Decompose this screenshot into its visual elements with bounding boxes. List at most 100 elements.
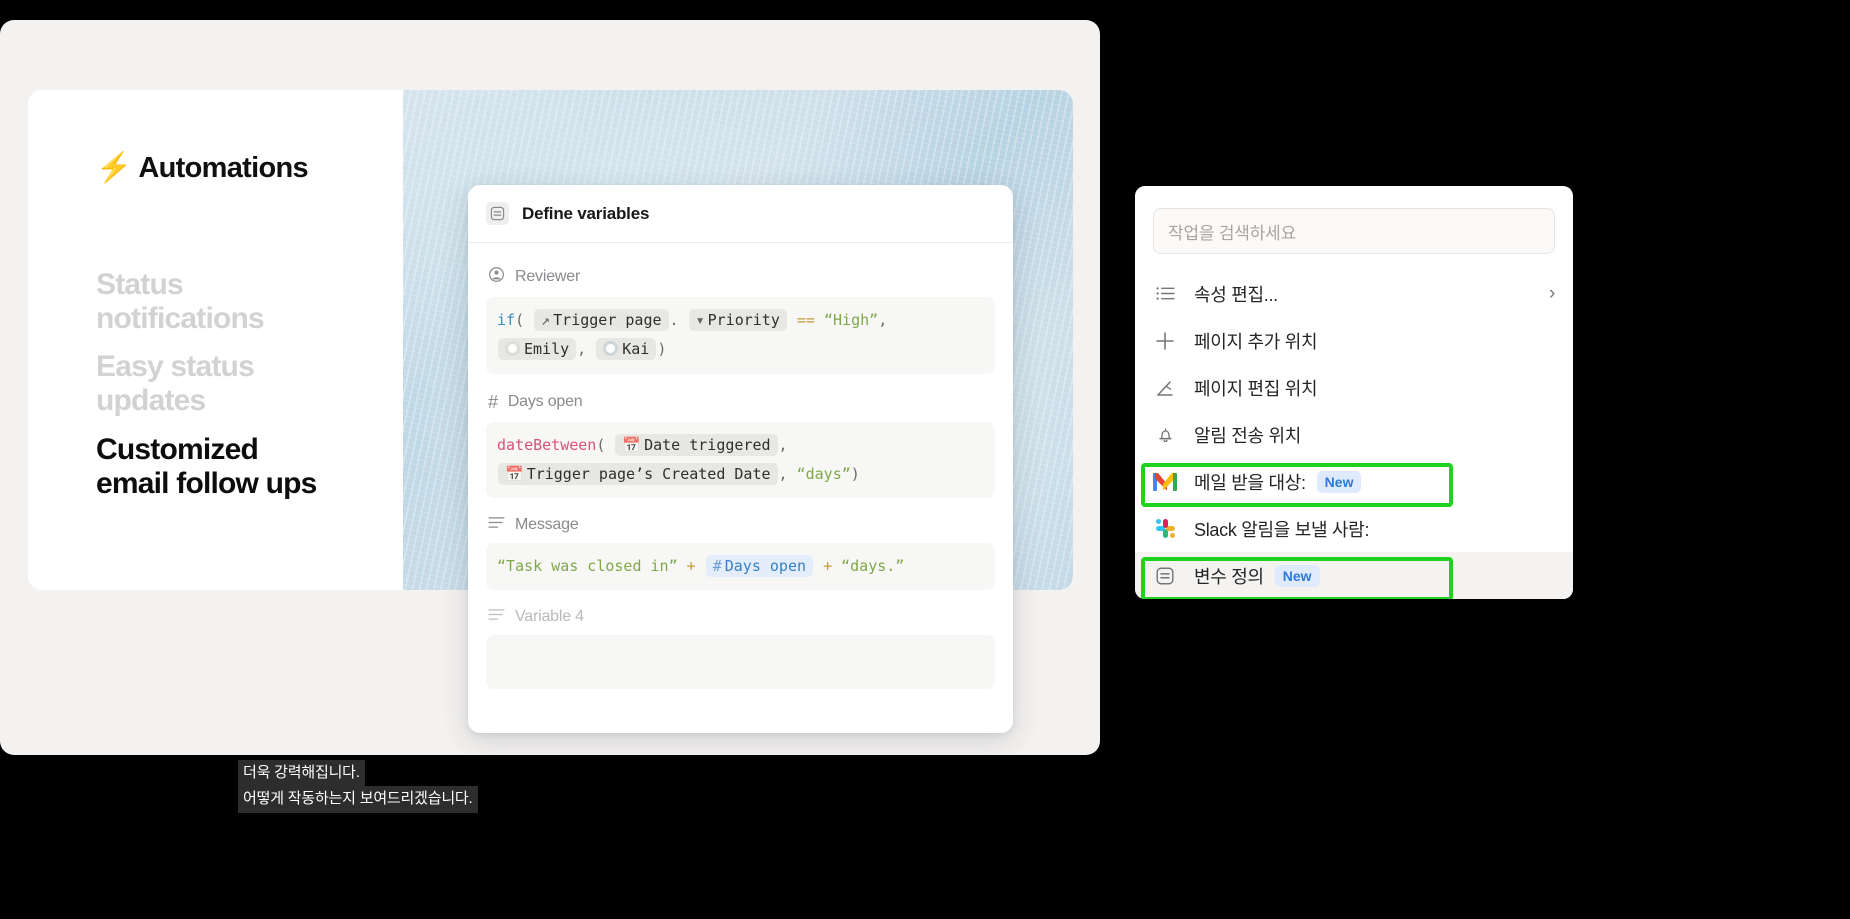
token-equals: == — [796, 311, 815, 329]
token-string-days-suffix: “days.” — [841, 557, 905, 575]
search-input[interactable]: 작업을 검색하세요 — [1153, 208, 1555, 254]
token-datebetween: dateBetween — [497, 435, 597, 454]
token-paren-open: ( — [515, 311, 525, 329]
avatar-kai — [603, 341, 619, 357]
subtitle-line-2: 어떻게 작동하는지 보여드리겠습니다. — [238, 786, 478, 813]
variable-label-row: Reviewer — [488, 266, 995, 288]
token-plus: + — [686, 557, 696, 575]
token-string-high: “High” — [824, 311, 879, 329]
variable-formula-days-open[interactable]: dateBetween( 📅 Date triggered, 📅 Trigger p… — [486, 421, 995, 498]
menu-item-send-notification[interactable]: 알림 전송 위치 — [1135, 411, 1573, 458]
menu-item-label: Slack 알림을 보낼 사람: — [1194, 519, 1370, 540]
variable-row-variable-4: Variable 4 — [486, 608, 995, 690]
menu-item-define-variables[interactable]: 변수 정의 New — [1135, 552, 1573, 599]
token-string-days: “days” — [796, 464, 851, 483]
subtitle-overlay: 더욱 강력해집니다. 어떻게 작동하는지 보여드리겠습니다. — [238, 760, 478, 813]
menu-item-label: 변수 정의 — [1194, 566, 1264, 587]
token-if: if — [497, 311, 516, 329]
chip-priority[interactable]: ▾ Priority — [688, 309, 787, 331]
menu-item-label-wrap: 페이지 추가 위치 — [1194, 328, 1318, 354]
promo-line-3: Customized email follow ups — [96, 433, 317, 500]
variable-label-row: Message — [488, 516, 995, 534]
variable-name: Days open — [507, 393, 583, 410]
menu-item-label-wrap: 변수 정의 New — [1194, 563, 1320, 589]
token-plus: + — [823, 557, 833, 575]
menu-item-label-wrap: 알림 전송 위치 — [1194, 422, 1301, 448]
menu-item-send-slack[interactable]: Slack 알림을 보낼 사람: — [1135, 505, 1573, 552]
menu-item-edit-property[interactable]: 속성 편집... › — [1135, 270, 1573, 317]
automations-brand: ⚡ Automations — [96, 152, 309, 185]
token-comma: , — [878, 311, 888, 329]
promo-line-1: Status notifications — [96, 268, 265, 335]
pencil-icon — [1153, 376, 1177, 400]
arrow-up-right-icon: ↗ — [541, 311, 551, 329]
number-hash-icon: # — [488, 391, 498, 412]
variable-definition-icon — [486, 202, 509, 225]
promo-line-2: Easy status updates — [96, 350, 255, 417]
bolt-icon: ⚡ — [96, 152, 132, 184]
number-hash-icon: # — [712, 557, 722, 575]
token-string-task-closed: “Task was closed in” — [497, 557, 678, 575]
variable-definition-icon — [1153, 564, 1177, 588]
token-comma: , — [778, 464, 788, 483]
text-lines-icon — [488, 608, 505, 626]
text-lines-icon — [488, 516, 505, 534]
video-player-panel: ⚡ Automations Status notifications Easy … — [0, 20, 1100, 755]
menu-item-add-page[interactable]: 페이지 추가 위치 — [1135, 317, 1573, 364]
formula-line-1: if( ↗ Trigger page. ▾ Priority == “High”, — [497, 306, 984, 335]
variable-row-message: Message “Task was closed in” + # Days ope… — [486, 516, 995, 591]
token-paren-open: ( — [596, 435, 606, 454]
chip-label: Priority — [707, 311, 780, 329]
variable-formula-message[interactable]: “Task was closed in” + # Days open + “day… — [486, 543, 995, 591]
gmail-icon — [1153, 470, 1177, 494]
menu-item-label: 속성 편집... — [1194, 284, 1278, 305]
brand-label: Automations — [138, 152, 308, 184]
variable-name: Variable 4 — [515, 608, 584, 626]
action-menu-popover: 작업을 검색하세요 속성 편집... › 페이지 추가 위치 페이지 편집 위치… — [1135, 186, 1573, 599]
variable-label-row: # Days open — [488, 392, 995, 413]
plus-icon — [1153, 329, 1177, 353]
chip-emily[interactable]: Emily — [498, 338, 577, 361]
menu-item-send-email[interactable]: 메일 받을 대상: New — [1135, 458, 1573, 505]
chip-days-open[interactable]: # Days open — [705, 555, 814, 577]
menu-item-label-wrap: 속성 편집... — [1194, 281, 1278, 307]
formula-line-2: Emily, Kai) — [497, 335, 984, 364]
define-variables-card: Define variables Reviewer if(↗ Trigger … — [468, 185, 1013, 734]
person-icon — [488, 266, 505, 288]
variable-row-reviewer: Reviewer if( ↗ Trigger page. ▾ Priority ==… — [486, 266, 995, 374]
define-variables-header: Define variables — [468, 185, 1013, 243]
menu-item-label-wrap: 메일 받을 대상: New — [1194, 469, 1362, 495]
token-comma: , — [577, 340, 587, 359]
menu-item-list: 속성 편집... › 페이지 추가 위치 페이지 편집 위치 알림 전송 위치 … — [1135, 270, 1573, 599]
variable-name: Reviewer — [515, 268, 581, 285]
slack-icon — [1153, 517, 1177, 541]
menu-item-label: 메일 받을 대상: — [1194, 472, 1306, 493]
token-paren-close: ) — [657, 340, 667, 359]
menu-item-label: 페이지 편집 위치 — [1194, 378, 1318, 399]
list-icon — [1153, 282, 1177, 306]
chip-label: Kai — [622, 340, 650, 359]
formula-line-1: dateBetween( 📅 Date triggered, — [497, 431, 984, 460]
search-placeholder: 작업을 검색하세요 — [1168, 223, 1297, 243]
chip-label: Trigger page’s Created Date — [526, 464, 771, 483]
chip-label: Date triggered — [644, 435, 771, 454]
promo-text-column: ⚡ Automations Status notifications Easy … — [28, 90, 403, 590]
variable-row-days-open: # Days open dateBetween( 📅 Date triggered… — [486, 392, 995, 498]
chip-trigger-created-date[interactable]: 📅 Trigger page’s Created Date — [498, 462, 778, 485]
chip-kai[interactable]: Kai — [596, 338, 657, 361]
define-variables-title: Define variables — [522, 203, 650, 223]
chip-date-triggered[interactable]: 📅 Date triggered — [615, 433, 778, 456]
chevron-right-icon: › — [1548, 282, 1555, 304]
variable-formula-empty[interactable] — [486, 635, 995, 690]
variable-formula-reviewer[interactable]: if( ↗ Trigger page. ▾ Priority == “High”, … — [486, 297, 995, 374]
avatar-emily — [505, 341, 520, 357]
select-circle-icon: ▾ — [695, 311, 705, 329]
bell-icon — [1153, 423, 1177, 447]
chip-label: Trigger page — [553, 311, 662, 329]
formula-line-2: 📅 Trigger page’s Created Date, “days”) — [497, 460, 984, 489]
menu-item-edit-page[interactable]: 페이지 편집 위치 — [1135, 364, 1573, 411]
calendar-icon: 📅 — [505, 464, 524, 483]
chip-trigger-page[interactable]: ↗ Trigger page — [534, 309, 669, 331]
calendar-icon: 📅 — [622, 435, 642, 454]
variable-name: Message — [515, 516, 579, 533]
